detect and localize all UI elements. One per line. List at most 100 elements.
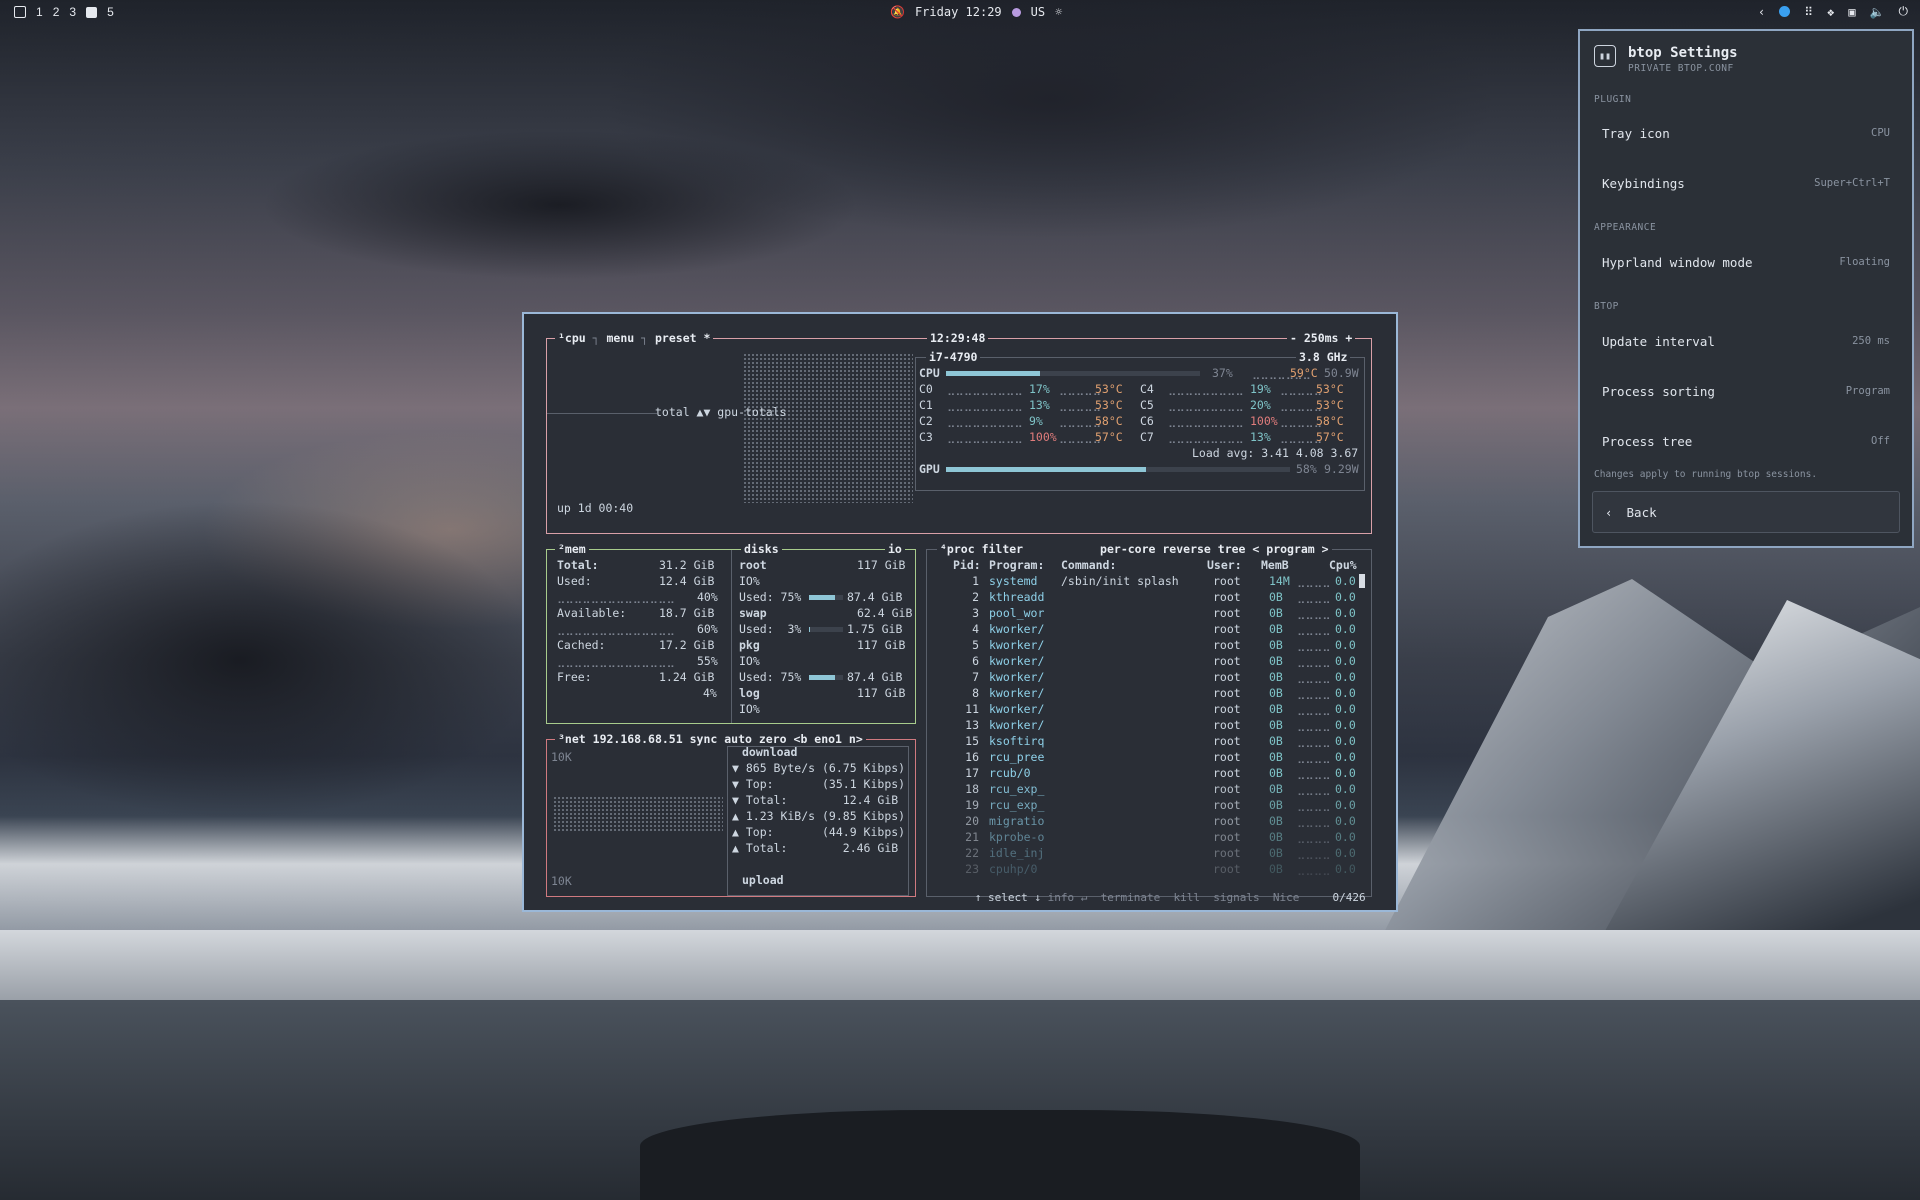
sort-selector[interactable]: < program > [1252,542,1328,556]
core-graph: ⣀⣀⣀⣀⣀⣀⣀⣀⣀ [1168,382,1244,396]
cell-cpu: 0.0 [1335,750,1356,764]
nice-control[interactable]: Nice [1273,891,1300,904]
table-row[interactable]: 17 rcub/0 root 0B 0.0 ⣀⣀⣀⣀ [937,766,1367,782]
table-row[interactable]: 13 kworker/root 0B 0.0 ⣀⣀⣀⣀ [937,718,1367,734]
process-sorting-row[interactable]: Process sorting Program [1592,371,1900,411]
table-row[interactable]: 16 rcu_pree root 0B 0.0 ⣀⣀⣀⣀ [937,750,1367,766]
col-cpu[interactable]: Cpu% [1329,558,1357,572]
process-sorting-label: Process sorting [1602,383,1715,399]
table-row[interactable]: 1 systemd/sbin/init splash root 14M 0.0 ⣀⣀⣀⣀ [937,574,1367,590]
cell-pid: 4 [972,622,979,636]
graph-label[interactable]: total ▲▼ gpu-totals [655,405,787,419]
per-core-toggle[interactable]: per-core [1100,542,1155,556]
filter-button[interactable]: filter [982,542,1024,556]
table-row[interactable]: 22 idle_inj root 0B 0.0 ⣀⣀⣀⣀ [937,846,1367,862]
cell-program: kworker/ [989,638,1045,652]
table-row[interactable]: 7 kworker/root 0B 0.0 ⣀⣀⣀⣀ [937,670,1367,686]
btop-window[interactable]: ¹cpu ┐ menu ┐ preset * 12:29:48 - 250ms … [522,312,1398,912]
preset-button[interactable]: preset * [655,331,710,345]
window-mode-row[interactable]: Hyprland window mode Floating [1592,242,1900,282]
interface-selector[interactable]: <b eno1 n> [794,732,863,746]
cell-mem: 14M [1269,574,1290,588]
col-pid[interactable]: Pid: [953,558,981,572]
table-row[interactable]: 8 kworker/root 0B 0.0 ⣀⣀⣀⣀ [937,686,1367,702]
cell-pid: 2 [972,590,979,604]
disk-usage-bar [809,675,843,680]
core-name: C2 [919,414,933,428]
table-row[interactable]: 21 kprobe-o root 0B 0.0 ⣀⣀⣀⣀ [937,830,1367,846]
launcher-icon[interactable] [14,6,26,18]
wallpaper-mountain [1380,579,1920,940]
workspace-4-active-icon[interactable] [86,6,98,18]
workspace-1[interactable]: 1 [36,5,43,19]
auto-toggle[interactable]: auto [724,732,752,746]
proc-title[interactable]: ⁴proc [940,542,975,556]
volume-icon[interactable]: 🔈 [1870,5,1885,19]
cell-cpu-graph: ⣀⣀⣀⣀ [1297,574,1331,588]
cell-pid: 16 [965,750,979,764]
table-row[interactable]: 3 pool_wor root 0B 0.0 ⣀⣀⣀⣀ [937,606,1367,622]
process-tree-row[interactable]: Process tree Off [1592,421,1900,461]
io-toggle[interactable]: io [885,542,905,556]
kill-control[interactable]: kill [1173,891,1200,904]
col-command[interactable]: Command: [1061,558,1116,572]
cell-program: kworker/ [989,654,1045,668]
table-row[interactable]: 20 migratio root 0B 0.0 ⣀⣀⣀⣀ [937,814,1367,830]
update-interval-row[interactable]: Update interval 250 ms [1592,321,1900,361]
table-row[interactable]: 2 kthreadd root 0B 0.0 ⣀⣀⣀⣀ [937,590,1367,606]
table-row[interactable]: 23 cpuhp/0 root 0B 0.0 ⣀⣀⣀⣀ [937,862,1367,878]
disk-name: swap [739,606,767,620]
col-user[interactable]: User: [1207,558,1242,572]
back-button[interactable]: ‹ Back [1592,491,1900,533]
dropbox-icon[interactable]: ❖ [1827,5,1834,19]
terminate-control[interactable]: terminate [1101,891,1161,904]
col-mem[interactable]: MemB [1261,558,1289,572]
apps-grid-icon[interactable]: ⠿ [1804,5,1813,19]
keyboard-layout[interactable]: US [1031,5,1045,19]
reverse-toggle[interactable]: reverse [1162,542,1210,556]
sync-toggle[interactable]: sync [690,732,718,746]
workspace-5[interactable]: 5 [107,5,114,19]
table-row[interactable]: 19 rcu_exp_ root 0B 0.0 ⣀⣀⣀⣀ [937,798,1367,814]
disk-io: IO% [739,574,760,588]
cpu-clock: 12:29:48 [927,331,989,345]
brightness-icon[interactable]: ☼ [1055,5,1062,19]
mem-total-label: Total: [557,558,599,572]
menu-button[interactable]: menu [607,331,635,345]
core-graph: ⣀⣀⣀⣀⣀⣀⣀⣀⣀ [947,398,1023,412]
table-row[interactable]: 4 kworker/root 0B 0.0 ⣀⣀⣀⣀ [937,622,1367,638]
core-pct: 17% [1029,382,1050,396]
net-header: ³net 192.168.68.51 sync auto zero <b eno… [555,732,866,746]
cpu-title[interactable]: ¹cpu [558,331,586,345]
workspace-2[interactable]: 2 [53,5,60,19]
tree-toggle[interactable]: tree [1218,542,1246,556]
signals-control[interactable]: signals [1213,891,1259,904]
disks-title[interactable]: disks [741,542,782,556]
info-control[interactable]: info ↵ [1048,891,1088,904]
select-control[interactable]: ↑ select ↓ [975,891,1041,904]
notifications-muted-icon[interactable]: 🔕 [890,5,905,19]
net-title[interactable]: ³net [558,732,586,746]
table-row[interactable]: 11 kworker/root 0B 0.0 ⣀⣀⣀⣀ [937,702,1367,718]
table-row[interactable]: 18 rcu_exp_ root 0B 0.0 ⣀⣀⣀⣀ [937,782,1367,798]
core-pct: 20% [1250,398,1271,412]
power-icon[interactable]: ⏻ [1899,4,1909,19]
chevron-left-icon[interactable]: ‹ [1758,5,1765,19]
col-program[interactable]: Program: [989,558,1044,572]
update-interval-control[interactable]: - 250ms + [1287,331,1356,345]
cell-cpu: 0.0 [1335,830,1356,844]
cell-program: rcu_pree [989,750,1045,764]
mem-title[interactable]: ²mem [555,542,589,556]
table-row[interactable]: 15 ksoftirq root 0B 0.0 ⣀⣀⣀⣀ [937,734,1367,750]
keybindings-row[interactable]: Keybindings Super+Ctrl+T [1592,163,1900,203]
cell-cpu-graph: ⣀⣀⣀⣀ [1297,670,1331,684]
window-icon[interactable]: ▣ [1848,5,1855,19]
workspace-3[interactable]: 3 [69,5,76,19]
clock[interactable]: Friday 12:29 [915,5,1002,19]
zero-toggle[interactable]: zero [759,732,787,746]
tray-icon-row[interactable]: Tray icon CPU [1592,113,1900,153]
app-status-icon[interactable] [1779,6,1791,17]
table-row[interactable]: 5 kworker/root 0B 0.0 ⣀⣀⣀⣀ [937,638,1367,654]
table-row[interactable]: 6 kworker/root 0B 0.0 ⣀⣀⣀⣀ [937,654,1367,670]
cell-cpu-graph: ⣀⣀⣀⣀ [1297,606,1331,620]
